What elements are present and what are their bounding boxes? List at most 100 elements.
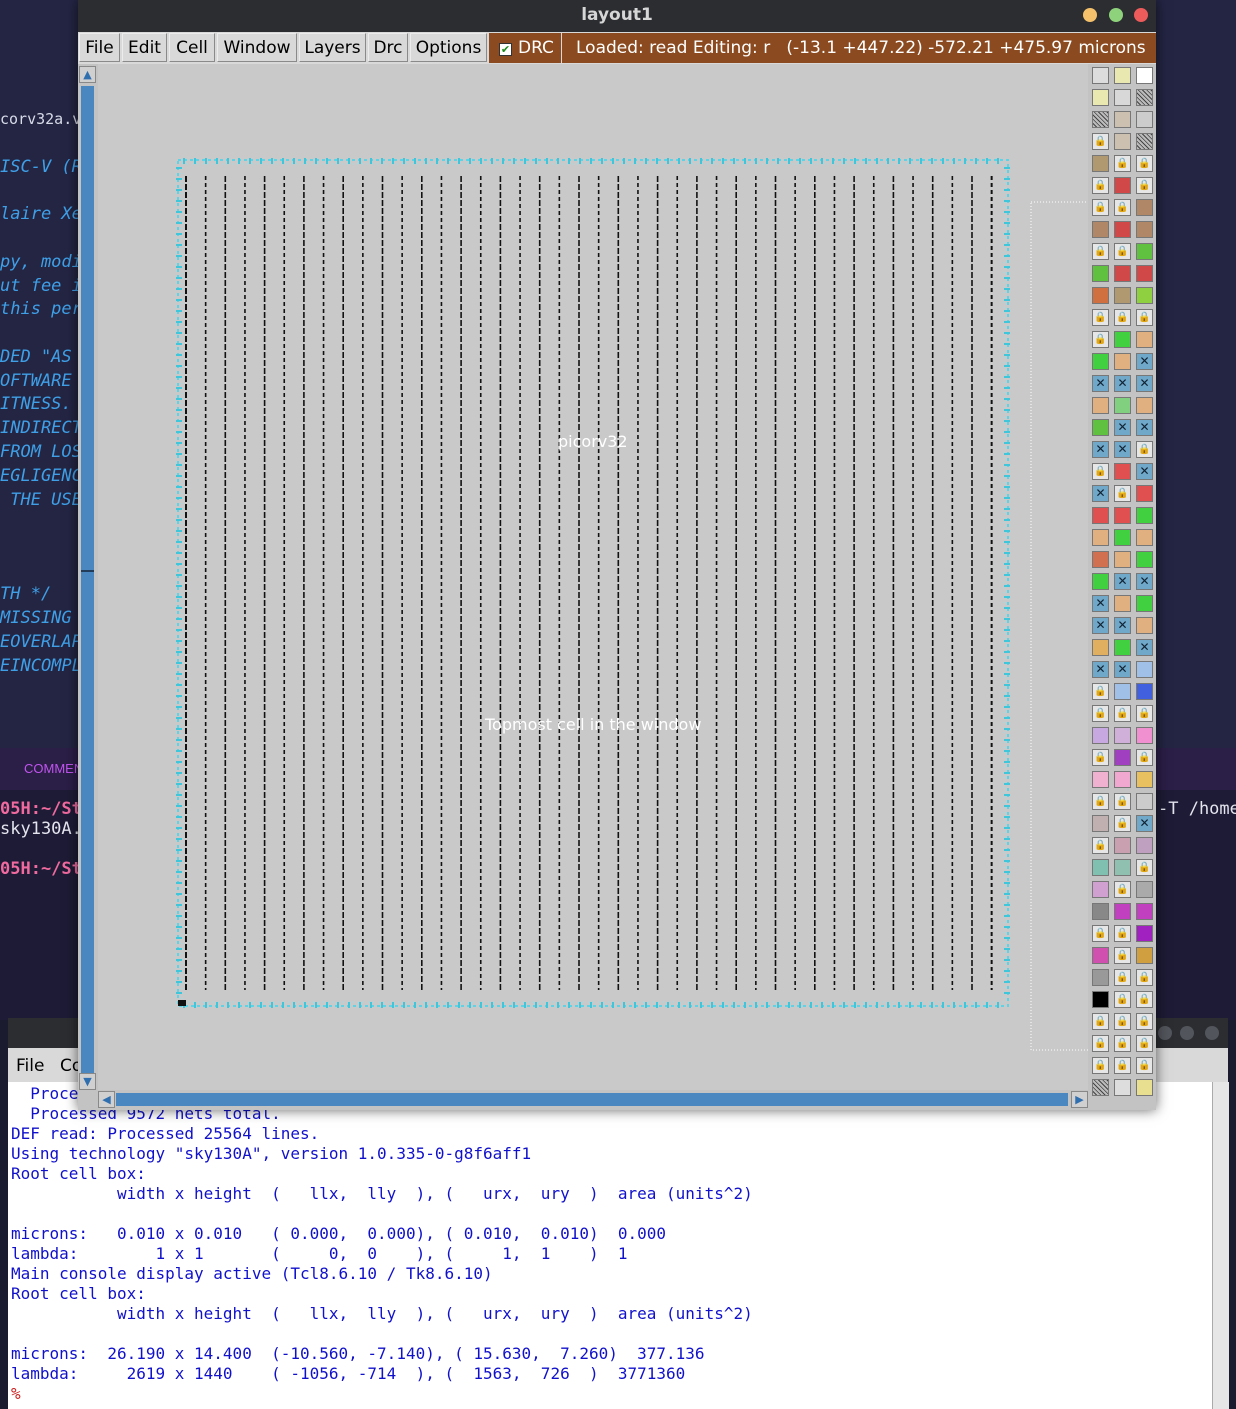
layer-lock-icon[interactable]: 🔒: [1092, 925, 1109, 942]
layer-swatch[interactable]: [1114, 177, 1131, 194]
layer-swatch[interactable]: ✕: [1114, 441, 1131, 458]
layer-swatch[interactable]: [1114, 727, 1131, 744]
layer-swatch[interactable]: [1136, 221, 1153, 238]
layer-swatch[interactable]: ✕: [1136, 353, 1153, 370]
layer-swatch[interactable]: [1092, 353, 1109, 370]
layer-swatch[interactable]: [1092, 287, 1109, 304]
layer-lock-icon[interactable]: 🔒: [1136, 749, 1153, 766]
layer-swatch[interactable]: [1136, 661, 1153, 678]
console-scrollbar[interactable]: [1212, 1082, 1229, 1409]
layer-lock-icon[interactable]: 🔒: [1136, 969, 1153, 986]
layer-swatch[interactable]: [1136, 551, 1153, 568]
layer-swatch[interactable]: [1092, 771, 1109, 788]
layer-swatch[interactable]: ✕: [1092, 617, 1109, 634]
layer-lock-icon[interactable]: 🔒: [1136, 441, 1153, 458]
layer-lock-icon[interactable]: 🔒: [1114, 925, 1131, 942]
layer-lock-icon[interactable]: 🔒: [1114, 155, 1131, 172]
console-menu-file[interactable]: File: [16, 1056, 44, 1076]
layer-swatch[interactable]: ✕: [1092, 485, 1109, 502]
layer-lock-icon[interactable]: 🔒: [1092, 705, 1109, 722]
close-icon[interactable]: [1205, 1026, 1219, 1040]
layer-lock-icon[interactable]: 🔒: [1114, 815, 1131, 832]
layer-palette[interactable]: 🔒 🔒 🔒 🔒 🔒 🔒 🔒 🔒 🔒 🔒 🔒 🔒 🔒 ✕ ✕ ✕ ✕ ✕ ✕ ✕ ✕ 🔒 🔒 ✕ ✕ 🔒 ✕ ✕ ✕ ✕ ✕ ✕ ✕ ✕ 🔒 🔒 🔒 🔒 🔒 🔒…: [1090, 64, 1156, 1110]
layer-swatch[interactable]: [1136, 683, 1153, 700]
layer-swatch[interactable]: [1092, 573, 1109, 590]
layer-lock-icon[interactable]: 🔒: [1092, 331, 1109, 348]
layer-swatch[interactable]: [1092, 1079, 1109, 1096]
layer-swatch[interactable]: ✕: [1136, 375, 1153, 392]
scroll-right-icon[interactable]: ▶: [1071, 1091, 1088, 1108]
menu-file[interactable]: File: [79, 33, 120, 62]
horizontal-scrollbar[interactable]: ◀ ▶: [78, 1090, 1090, 1110]
vertical-scrollbar[interactable]: ▲ ▼ ▣: [78, 64, 97, 1110]
layer-lock-icon[interactable]: 🔒: [1136, 1013, 1153, 1030]
vertical-scroll-track[interactable]: [81, 86, 94, 1086]
layer-swatch[interactable]: [1114, 749, 1131, 766]
layer-swatch[interactable]: [1092, 265, 1109, 282]
maximize-icon[interactable]: [1180, 1026, 1194, 1040]
layer-swatch[interactable]: [1114, 837, 1131, 854]
layer-swatch[interactable]: [1092, 859, 1109, 876]
drc-toggle[interactable]: ✔ DRC: [489, 33, 561, 63]
layer-swatch[interactable]: [1114, 639, 1131, 656]
layer-swatch[interactable]: ✕: [1114, 419, 1131, 436]
layer-lock-icon[interactable]: 🔒: [1114, 969, 1131, 986]
layer-swatch[interactable]: ✕: [1114, 573, 1131, 590]
layer-swatch[interactable]: [1092, 111, 1109, 128]
layer-lock-icon[interactable]: 🔒: [1136, 309, 1153, 326]
layer-lock-icon[interactable]: 🔒: [1114, 1035, 1131, 1052]
layer-lock-icon[interactable]: 🔒: [1136, 177, 1153, 194]
layer-swatch[interactable]: [1092, 551, 1109, 568]
layer-lock-icon[interactable]: 🔒: [1092, 793, 1109, 810]
layer-lock-icon[interactable]: 🔒: [1092, 683, 1109, 700]
layer-swatch[interactable]: [1114, 903, 1131, 920]
layer-swatch[interactable]: ✕: [1114, 375, 1131, 392]
layer-swatch[interactable]: ✕: [1092, 441, 1109, 458]
layer-lock-icon[interactable]: 🔒: [1092, 309, 1109, 326]
layer-swatch[interactable]: [1092, 397, 1109, 414]
layer-swatch[interactable]: [1136, 89, 1153, 106]
menu-window[interactable]: Window: [217, 33, 297, 62]
layer-swatch[interactable]: ✕: [1136, 639, 1153, 656]
layer-lock-icon[interactable]: 🔒: [1114, 485, 1131, 502]
layer-lock-icon[interactable]: 🔒: [1092, 177, 1109, 194]
layer-swatch[interactable]: [1114, 111, 1131, 128]
layer-swatch[interactable]: [1136, 67, 1153, 84]
layer-swatch[interactable]: [1114, 397, 1131, 414]
layer-swatch[interactable]: ✕: [1114, 617, 1131, 634]
layer-swatch[interactable]: [1136, 397, 1153, 414]
layer-swatch[interactable]: [1136, 529, 1153, 546]
layer-swatch[interactable]: [1092, 815, 1109, 832]
layer-swatch[interactable]: [1136, 111, 1153, 128]
layer-lock-icon[interactable]: 🔒: [1136, 1057, 1153, 1074]
layer-swatch[interactable]: [1136, 287, 1153, 304]
layer-swatch[interactable]: [1136, 925, 1153, 942]
layer-swatch[interactable]: [1114, 463, 1131, 480]
layer-swatch[interactable]: [1136, 331, 1153, 348]
layer-swatch[interactable]: [1092, 991, 1109, 1008]
layer-swatch[interactable]: [1092, 67, 1109, 84]
menu-edit[interactable]: Edit: [122, 33, 167, 62]
layer-lock-icon[interactable]: 🔒: [1092, 837, 1109, 854]
layout-canvas[interactable]: picorv32 Topmost cell in the window: [98, 64, 1088, 1090]
layer-swatch[interactable]: [1136, 199, 1153, 216]
layer-swatch[interactable]: [1092, 419, 1109, 436]
layer-swatch[interactable]: [1136, 837, 1153, 854]
layer-lock-icon[interactable]: 🔒: [1114, 1013, 1131, 1030]
scroll-left-icon[interactable]: ◀: [98, 1091, 115, 1108]
layer-swatch[interactable]: [1136, 881, 1153, 898]
layer-swatch[interactable]: [1092, 507, 1109, 524]
layer-lock-icon[interactable]: 🔒: [1092, 243, 1109, 260]
layer-swatch[interactable]: [1092, 969, 1109, 986]
layer-lock-icon[interactable]: 🔒: [1092, 1013, 1109, 1030]
scroll-down-icon[interactable]: ▼: [79, 1073, 96, 1090]
layout-window[interactable]: layout1 File Edit Cell Window Layers Drc…: [78, 0, 1156, 1110]
layer-swatch[interactable]: ✕: [1092, 375, 1109, 392]
layer-swatch[interactable]: [1136, 903, 1153, 920]
layer-swatch[interactable]: [1092, 947, 1109, 964]
layer-swatch[interactable]: [1114, 331, 1131, 348]
layout-titlebar[interactable]: layout1: [78, 0, 1156, 32]
layer-lock-icon[interactable]: 🔒: [1114, 243, 1131, 260]
layer-swatch[interactable]: [1136, 793, 1153, 810]
layer-lock-icon[interactable]: 🔒: [1092, 463, 1109, 480]
